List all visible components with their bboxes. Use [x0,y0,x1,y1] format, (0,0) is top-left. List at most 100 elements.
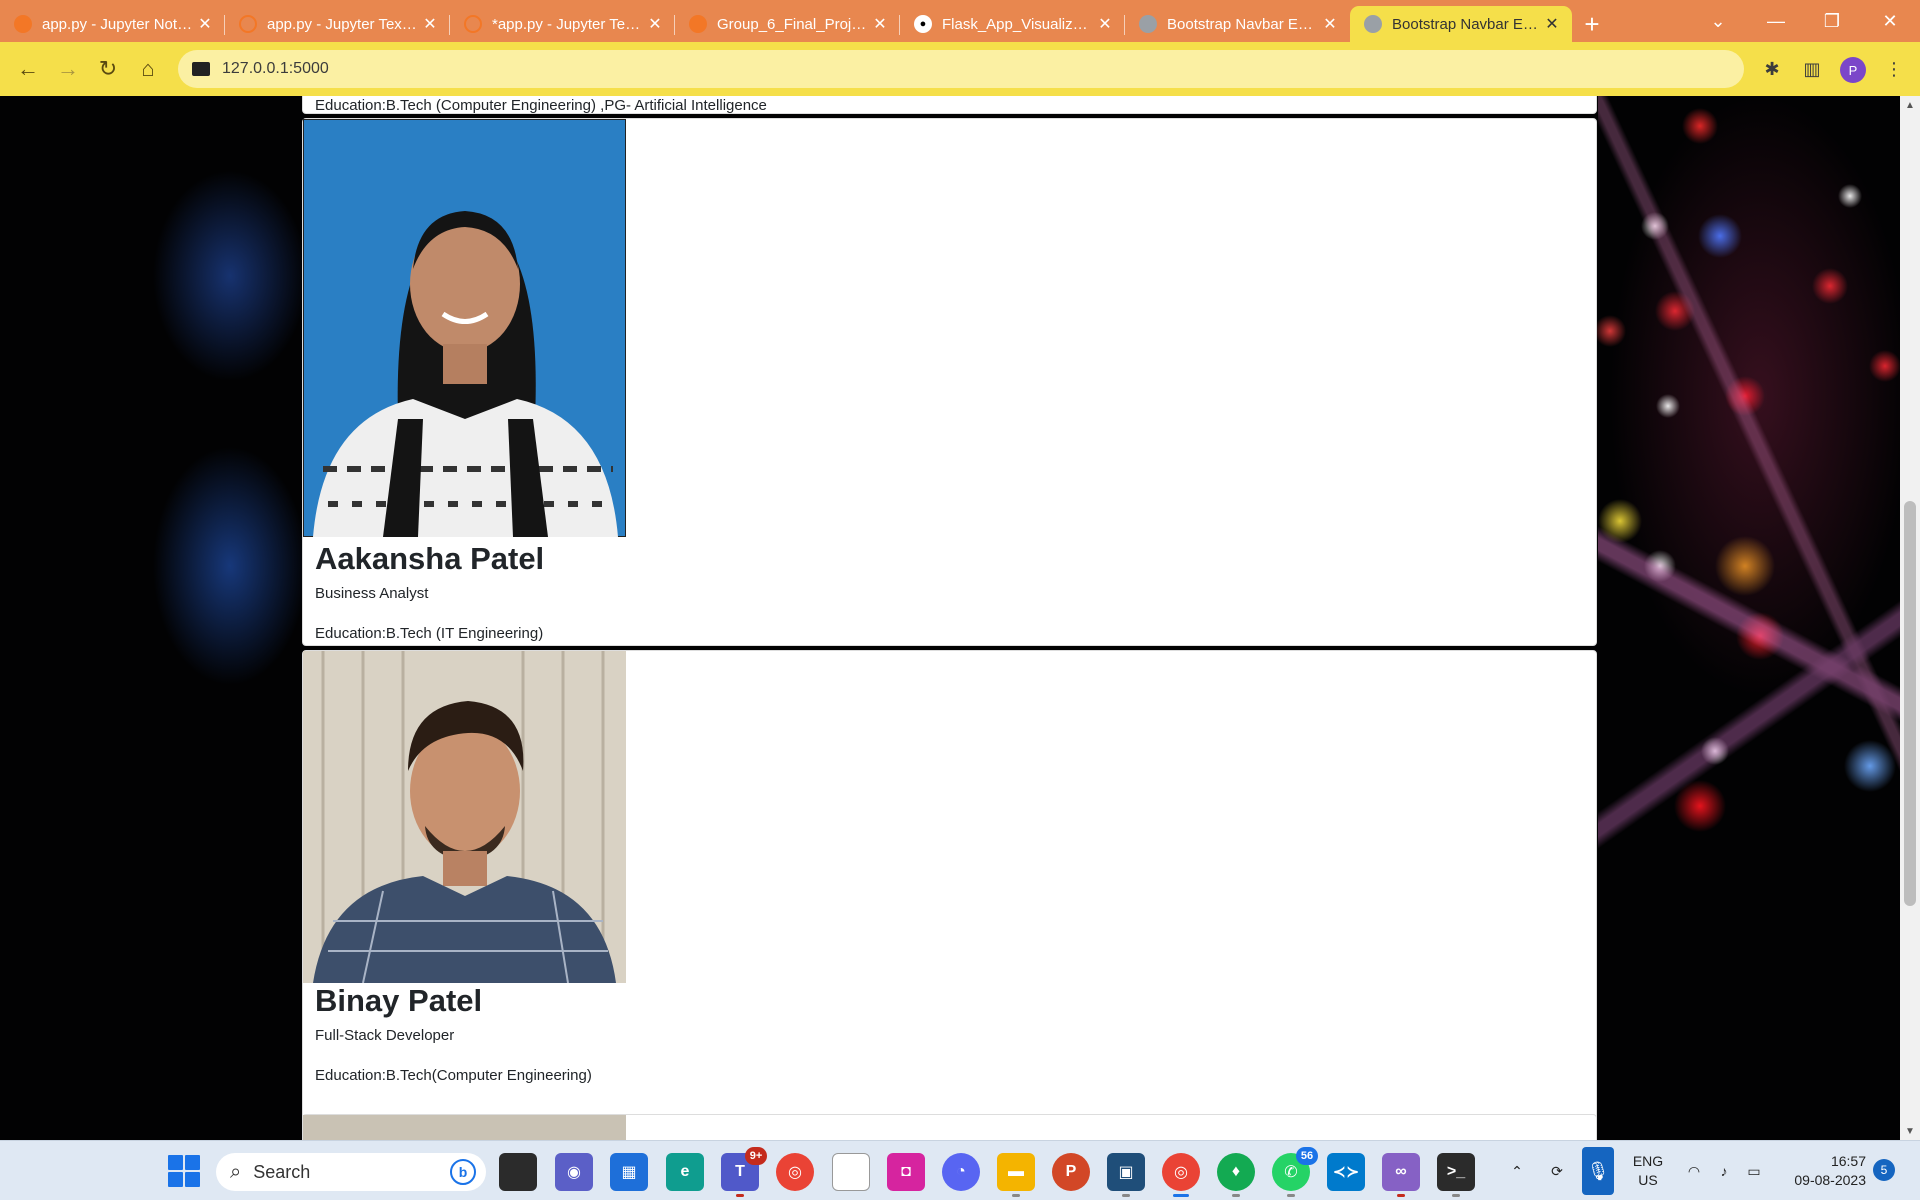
volume-icon[interactable]: ♪ [1710,1141,1738,1200]
instagram-icon[interactable]: ◘ [887,1153,925,1191]
member-name: Binay Patel [315,983,483,1018]
tab-strip: app.py - Jupyter Notebook ✕ app.py - Jup… [0,0,1920,42]
tab-title: Bootstrap Navbar Example [1392,15,1542,33]
whatsapp-icon[interactable]: ✆ 56 [1272,1147,1318,1197]
site-info-icon[interactable] [192,62,210,76]
member-card: Aakansha Patel Business Analyst Educatio… [302,118,1597,646]
close-icon[interactable]: ✕ [420,14,440,34]
profile-avatar[interactable]: P [1840,57,1866,83]
scroll-up-icon[interactable]: ▲ [1900,96,1920,114]
tab-title: *app.py - Jupyter Text Editor [492,15,645,33]
tab-jupyter-notebook[interactable]: app.py - Jupyter Notebook ✕ [0,6,225,42]
close-icon[interactable]: ✕ [1542,14,1562,34]
close-icon[interactable]: ✕ [1095,14,1115,34]
background-network-image [1598,96,1900,1140]
close-icon[interactable]: ✕ [870,14,890,34]
member-role: Business Analyst [315,585,429,602]
jupyter-icon [14,15,32,33]
teams-badge: 9+ [745,1147,767,1165]
language-indicator[interactable]: ENG US [1628,1152,1668,1190]
taskbar-search[interactable]: ⌕ Search b [216,1153,486,1191]
tab-bootstrap-navbar-active[interactable]: Bootstrap Navbar Example ✕ [1350,6,1572,42]
back-icon[interactable]: ← [8,49,48,89]
side-panel-icon[interactable]: ▥ [1794,51,1830,87]
search-icon: ⌕ [230,1160,242,1183]
windows-taskbar: ⌕ Search b ◉ ▦ e T 9+ ◎ ◘ ◔ ▬ P ▣ ◎ ♦ ✆ … [0,1140,1920,1200]
whatsapp-badge: 56 [1296,1147,1318,1165]
chrome-profile-icon[interactable]: ◎ [1162,1153,1200,1197]
chrome-icon[interactable]: ◎ [776,1153,814,1191]
member-education: Education:B.Tech (IT Engineering) [315,625,544,642]
member-education: Education:B.Tech (Computer Engineering) … [315,97,767,114]
language-code: ENG [1632,1153,1664,1169]
mongodb-icon[interactable]: ♦ [1217,1153,1255,1197]
microphone-icon[interactable]: 🎙 [1582,1147,1614,1195]
clock-time: 16:57 [1830,1153,1866,1169]
battery-icon[interactable]: ▭ [1740,1141,1768,1200]
edge-icon[interactable]: e [666,1153,704,1191]
globe-icon [1139,15,1157,33]
minimize-button[interactable]: — [1748,0,1804,42]
file-icon[interactable] [832,1153,870,1191]
tab-jupyter-text-unsaved[interactable]: *app.py - Jupyter Text Editor ✕ [450,6,675,42]
start-button[interactable] [168,1155,200,1187]
powerpoint-icon[interactable]: P [1052,1153,1090,1191]
tab-title: app.py - Jupyter Notebook [42,15,195,33]
browser-toolbar: ← → ↻ ⌂ 127.0.0.1:5000 ✱ ▥ P ⋮ [0,42,1920,96]
address-bar[interactable]: 127.0.0.1:5000 [178,50,1744,88]
member-card: Binay Patel Full-Stack Developer Educati… [302,650,1597,1140]
scroll-down-icon[interactable]: ▼ [1900,1122,1920,1140]
tab-title: Bootstrap Navbar Example [1167,15,1320,33]
store-icon[interactable]: ▦ [610,1153,648,1191]
tab-bootstrap-navbar[interactable]: Bootstrap Navbar Example ✕ [1125,6,1350,42]
sync-icon[interactable]: ⟳ [1542,1141,1572,1200]
forward-icon[interactable]: → [48,49,88,89]
extensions-icon[interactable]: ✱ [1754,51,1790,87]
member-card: Education:B.Tech (Computer Engineering) … [302,96,1597,114]
tab-group6-project[interactable]: Group_6_Final_Project ✕ [675,6,900,42]
wifi-icon[interactable]: ◠ [1680,1141,1708,1200]
globe-icon [1364,15,1382,33]
tab-jupyter-text[interactable]: app.py - Jupyter Text Editor ✕ [225,6,450,42]
page-viewport: Education:B.Tech (Computer Engineering) … [0,96,1920,1140]
member-photo [303,119,626,537]
notification-badge[interactable]: 5 [1873,1159,1895,1181]
file-icon [239,15,257,33]
home-icon[interactable]: ⌂ [128,49,168,89]
region-code: US [1638,1172,1658,1188]
member-role: Full-Stack Developer [315,1027,455,1044]
tab-github[interactable]: ● Flask_App_Visualization ✕ [900,6,1125,42]
teams-chat-icon[interactable]: ◉ [555,1153,593,1191]
teams-icon[interactable]: T 9+ [721,1147,767,1197]
member-photo [303,651,626,983]
file-icon [464,15,482,33]
visual-studio-icon[interactable]: ∞ [1382,1153,1420,1197]
tab-search-icon[interactable]: ⌄ [1690,0,1746,42]
close-icon[interactable]: ✕ [1320,14,1340,34]
restore-button[interactable]: ❐ [1804,0,1860,42]
url-text: 127.0.0.1:5000 [222,60,329,77]
reload-icon[interactable]: ↻ [88,49,128,89]
member-education: Education:B.Tech(Computer Engineering) [315,1067,592,1084]
system-clock[interactable]: 16:57 09-08-2023 [1776,1152,1866,1190]
scroll-thumb[interactable] [1904,501,1916,906]
jupyter-icon [689,15,707,33]
close-icon[interactable]: ✕ [645,14,665,34]
member-name: Aakansha Patel [315,541,545,576]
close-window-button[interactable]: ✕ [1862,0,1918,42]
app-icon[interactable]: ▣ [1107,1153,1145,1197]
menu-icon[interactable]: ⋮ [1876,51,1912,87]
vscode-icon[interactable]: ≺≻ [1327,1153,1365,1191]
search-placeholder: Search [253,1161,311,1182]
tab-title: app.py - Jupyter Text Editor [267,15,420,33]
discord-icon[interactable]: ◔ [942,1153,980,1191]
terminal-icon[interactable]: >_ [1437,1153,1475,1197]
close-icon[interactable]: ✕ [195,14,215,34]
page-scrollbar[interactable]: ▲ ▼ [1900,96,1920,1140]
new-tab-button[interactable]: + [1572,6,1612,42]
tab-title: Group_6_Final_Project [717,15,870,33]
file-explorer-icon[interactable]: ▬ [997,1153,1035,1197]
bing-icon[interactable]: b [450,1159,476,1185]
task-view-icon[interactable] [499,1153,537,1191]
show-hidden-icons[interactable]: ⌃ [1504,1141,1530,1200]
